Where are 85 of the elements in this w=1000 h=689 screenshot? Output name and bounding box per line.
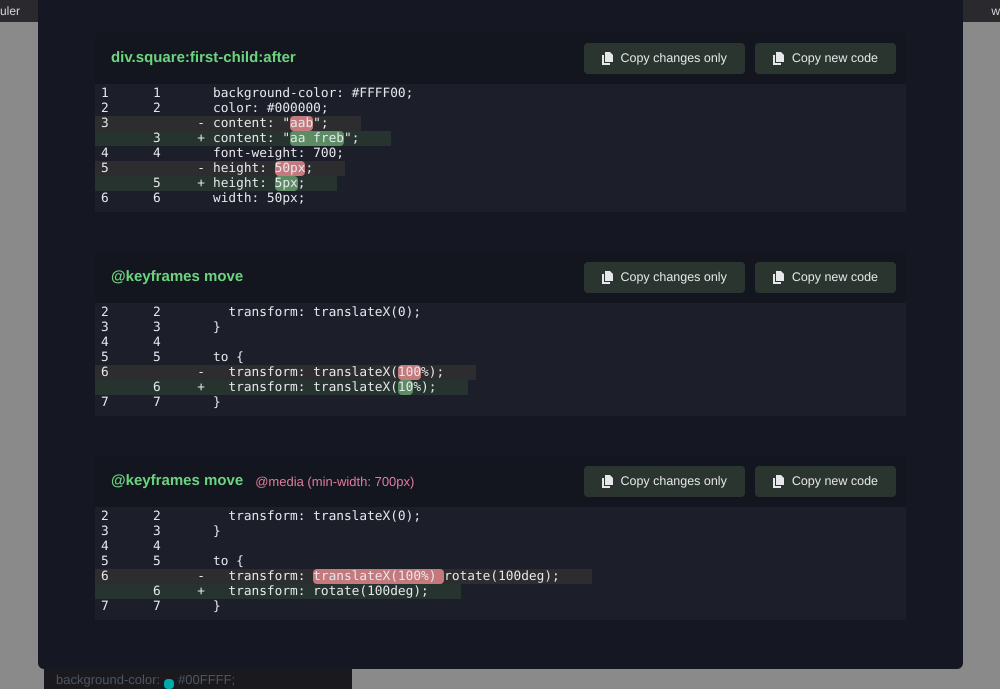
line-number: 5 [153, 176, 161, 191]
line-number: 3 [153, 524, 161, 539]
code-text: to { [212, 350, 244, 365]
line-number: 7 [153, 599, 161, 614]
copy-icon [602, 52, 612, 65]
copy-icon [602, 271, 612, 284]
diff-sign: - [197, 161, 205, 176]
copy-button[interactable]: Copy new code [754, 466, 896, 497]
code-text: to { [212, 554, 244, 569]
diff-sign: + [197, 131, 205, 146]
line-number: 6 [101, 191, 109, 206]
code-text: } [212, 524, 221, 539]
line-number: 2 [101, 509, 109, 524]
code-text: } [212, 320, 221, 335]
diff-sign: - [197, 365, 205, 380]
code-text: transform: translateX(100%) rotate(100deg); [227, 569, 560, 584]
code-text: content: "aa freb"; [212, 131, 360, 146]
diff-sign: + [197, 176, 205, 191]
code-text: background-color: #FFFF00; [212, 86, 414, 101]
line-number: 7 [101, 599, 109, 614]
line-number: 4 [153, 335, 161, 350]
copy-button[interactable]: Copy changes only [584, 43, 745, 74]
line-number: 2 [153, 509, 161, 524]
line-number: 3 [101, 116, 109, 131]
code-text: width: 50px; [212, 191, 306, 206]
line-number: 6 [153, 380, 161, 395]
line-number: 5 [153, 554, 161, 569]
line-number: 6 [153, 191, 161, 206]
code-text: } [212, 599, 221, 614]
code-text: height: 5px; [212, 176, 306, 191]
tab-label: uler [0, 3, 20, 20]
property-value: #00FFFF; [178, 670, 236, 688]
diff-sign: + [197, 584, 205, 599]
tab-label: w [991, 3, 1000, 20]
line-number: 6 [101, 569, 109, 584]
copy-button[interactable]: Copy changes only [584, 262, 745, 293]
line-number: 5 [153, 350, 161, 365]
section-title: @keyframes move [111, 267, 244, 288]
line-number: 2 [101, 305, 109, 320]
code-text: transform: rotate(100deg); [227, 584, 429, 599]
code-text: color: #000000; [212, 101, 329, 116]
code-text: transform: translateX(0); [227, 305, 422, 320]
line-number: 4 [153, 146, 161, 161]
copy-button[interactable]: Copy new code [754, 262, 896, 293]
line-number: 4 [101, 539, 109, 554]
code-text: transform: translateX(10%); [227, 380, 436, 395]
property-name: background-color: [56, 670, 160, 689]
section-title: div.square:first-child:after [111, 48, 296, 68]
line-number: 5 [101, 161, 109, 176]
code-text: } [212, 395, 221, 410]
code-text: transform: translateX(0); [227, 509, 422, 524]
line-number: 7 [153, 395, 161, 410]
line-number: 4 [101, 146, 109, 161]
line-number: 1 [153, 86, 161, 101]
line-number: 2 [101, 101, 109, 116]
copy-icon [602, 475, 612, 488]
code-text: height: 50px; [212, 161, 314, 176]
line-number: 6 [101, 365, 109, 380]
color-swatch [164, 679, 174, 689]
section-title: @keyframes move [111, 471, 244, 492]
copy-button[interactable]: Copy changes only [584, 466, 745, 497]
line-number: 3 [101, 524, 109, 539]
copy-icon [772, 475, 784, 488]
line-number: 7 [101, 395, 109, 410]
line-number: 3 [101, 320, 109, 335]
line-number: 3 [153, 320, 161, 335]
line-number: 5 [101, 554, 109, 569]
line-number: 6 [153, 584, 161, 599]
line-number: 4 [153, 539, 161, 554]
line-number: 5 [101, 350, 109, 365]
code-text: font-weight: 700; [212, 146, 344, 161]
line-number: 1 [101, 86, 109, 101]
line-number: 4 [101, 335, 109, 350]
diff-sign: - [197, 116, 205, 131]
diff-sign: - [197, 569, 205, 584]
code-text: transform: translateX(100%); [227, 365, 444, 380]
copy-icon [772, 52, 784, 65]
copy-button[interactable]: Copy new code [754, 43, 896, 74]
line-number: 2 [153, 305, 161, 320]
code-text: content: "aab"; [212, 116, 329, 131]
line-number: 3 [153, 131, 161, 146]
line-number: 2 [153, 101, 161, 116]
media-query: @media (min-width: 700px) [255, 472, 414, 491]
diff-sign: + [197, 380, 205, 395]
copy-icon [772, 271, 784, 284]
